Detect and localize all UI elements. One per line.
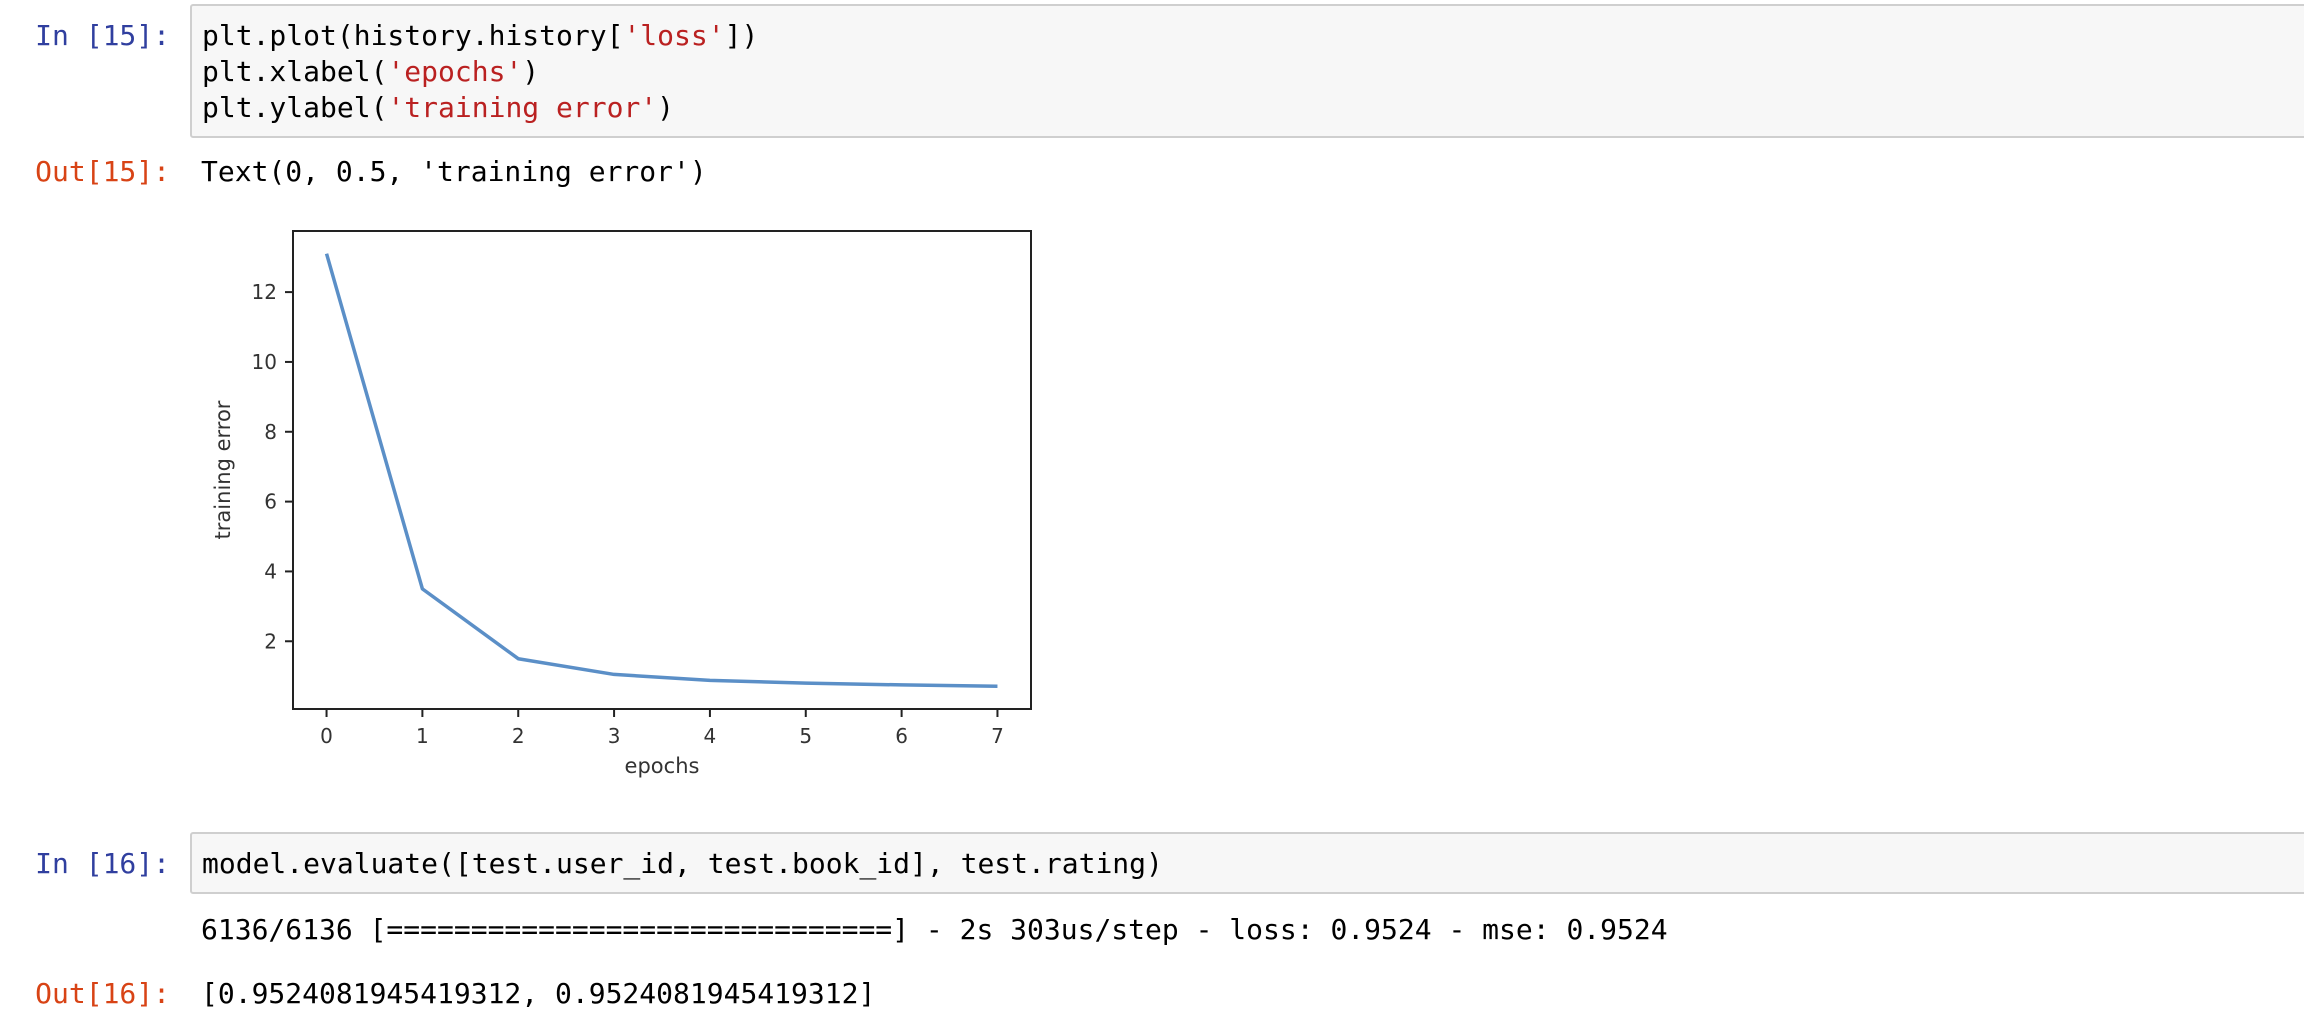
x-tick-label: 5 — [799, 724, 812, 748]
code-token: ]) — [724, 19, 759, 52]
x-tick-label: 0 — [320, 724, 333, 748]
x-tick-label: 1 — [416, 724, 429, 748]
series-line — [324, 253, 998, 689]
code-line-2: plt.xlabel('epochs') — [202, 54, 2304, 90]
y-tick-label: 8 — [264, 420, 277, 444]
y-tick-label: 4 — [264, 559, 277, 583]
cell-16-in-prompt: In [16]: — [35, 847, 170, 880]
code-token: plt.plot(history.history[ — [202, 19, 624, 52]
plot-frame — [292, 230, 1032, 710]
x-tick-label: 4 — [704, 724, 717, 748]
cell-15-output-text: Text(0, 0.5, 'training error') — [201, 155, 707, 188]
y-axis-label: training error — [211, 400, 235, 539]
y-tick-label: 12 — [252, 280, 277, 304]
code-token: plt.xlabel( — [202, 55, 388, 88]
code-line-3: plt.ylabel('training error') — [202, 90, 2304, 126]
code-string: 'epochs' — [387, 55, 523, 88]
cell-16-out-prompt: Out[16]: — [35, 977, 170, 1010]
code-token: ) — [522, 55, 540, 88]
code-token: ) — [657, 91, 675, 124]
x-tick-label: 7 — [991, 724, 1004, 748]
cell-15-out-prompt: Out[15]: — [35, 155, 170, 188]
cell-15-in-prompt: In [15]: — [35, 19, 170, 52]
code-line-1: model.evaluate([test.user_id, test.book_… — [202, 847, 1163, 880]
x-tick-label: 2 — [512, 724, 525, 748]
code-line-1: plt.plot(history.history['loss']) — [202, 18, 2304, 54]
training-error-chart: 0 1 2 3 4 5 6 724681012epochstraining error — [211, 230, 1032, 778]
code-token: plt.ylabel( — [202, 91, 388, 124]
cell-16-output-text: [0.9524081945419312, 0.9524081945419312] — [201, 977, 876, 1010]
y-tick-label: 10 — [252, 350, 277, 374]
cell-15-code-editor[interactable]: plt.plot(history.history['loss']) plt.xl… — [190, 4, 2304, 138]
cell-16-stdout: 6136/6136 [=============================… — [201, 913, 1668, 946]
x-axis-label: epochs — [625, 754, 700, 778]
y-tick-label: 2 — [264, 629, 277, 653]
chart-layer: 0 1 2 3 4 5 6 724681012epochstraining error — [211, 230, 1032, 778]
code-string: 'loss' — [623, 19, 725, 52]
x-tick-label: 3 — [608, 724, 621, 748]
cell-16-code-editor[interactable]: model.evaluate([test.user_id, test.book_… — [190, 832, 2304, 894]
x-tick-label: 6 — [895, 724, 908, 748]
code-string: 'training error' — [387, 91, 658, 124]
y-tick-label: 6 — [264, 490, 277, 514]
